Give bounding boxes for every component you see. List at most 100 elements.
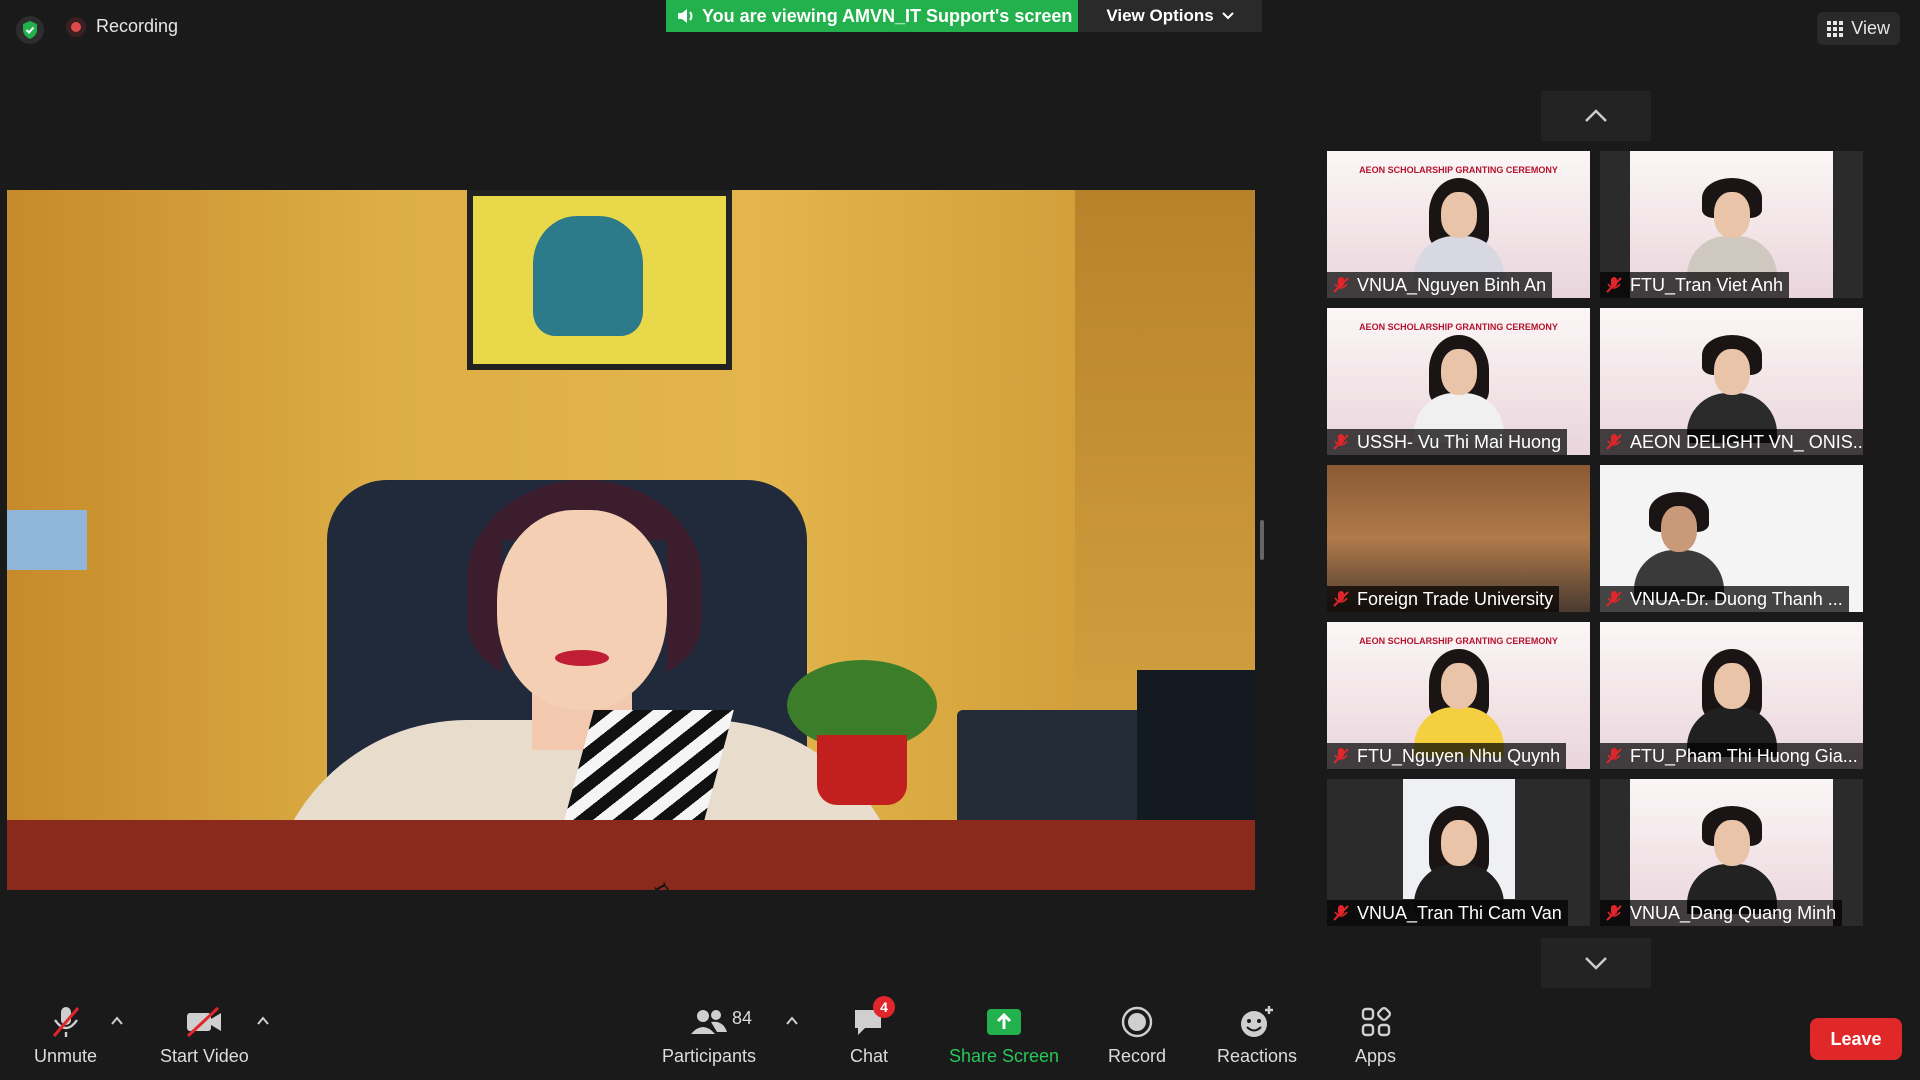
mic-muted-icon: [1333, 591, 1349, 607]
participant-tile[interactable]: AEON DELIGHT VN_ ONIS...: [1600, 308, 1863, 455]
viewing-banner: You are viewing AMVN_IT Support's screen: [666, 0, 1078, 32]
participants-icon: [691, 1010, 728, 1034]
speaker-icon: [678, 9, 693, 23]
participant-tile[interactable]: VNUA_Dang Quang Minh: [1600, 779, 1863, 926]
start-video-button[interactable]: Start Video: [160, 1004, 249, 1067]
participant-avatar: [1413, 806, 1504, 914]
presenter-face: [497, 510, 667, 710]
participant-tile[interactable]: FTU_Tran Viet Anh: [1600, 151, 1863, 298]
mic-muted-icon: [1606, 591, 1622, 607]
mic-muted-icon: [1333, 905, 1349, 921]
reactions-icon: [1241, 1006, 1274, 1037]
participant-tile[interactable]: AEON SCHOLARSHIP GRANTING CEREMONY FTU_N…: [1327, 622, 1590, 769]
participant-avatar: [1413, 178, 1504, 286]
gallery-page-up-button[interactable]: [1541, 91, 1651, 141]
participant-name: AEON DELIGHT VN_ ONIS...: [1630, 431, 1863, 452]
view-options-label: View Options: [1106, 6, 1214, 25]
mic-muted-icon: [1333, 277, 1349, 293]
participant-tile[interactable]: VNUA-Dr. Duong Thanh ...: [1600, 465, 1863, 612]
chat-label: Chat: [850, 1046, 889, 1066]
recording-dot-icon: [66, 16, 86, 37]
participant-avatar: [1686, 335, 1777, 443]
apps-label: Apps: [1355, 1046, 1397, 1066]
security-shield-icon[interactable]: [16, 16, 44, 44]
reactions-button[interactable]: Reactions: [1217, 1004, 1297, 1067]
viewing-banner-text: You are viewing AMVN_IT Support's screen: [702, 5, 1073, 26]
participant-tile[interactable]: VNUA_Tran Thi Cam Van: [1327, 779, 1590, 926]
red-plant-pot: [817, 735, 907, 805]
participant-name: FTU_Tran Viet Anh: [1630, 274, 1784, 295]
start-video-label: Start Video: [160, 1046, 249, 1066]
share-screen-icon: [987, 1009, 1022, 1035]
desk-photo: [7, 510, 87, 570]
tile-name-bar: VNUA_Tran Thi Cam Van: [1327, 900, 1568, 926]
participant-name: VNUA_Nguyen Binh An: [1357, 274, 1547, 295]
record-icon: [1121, 1006, 1153, 1038]
leave-button[interactable]: Leave: [1810, 1018, 1902, 1060]
mic-muted-icon: [1606, 434, 1622, 450]
participant-avatar: [1413, 335, 1504, 443]
view-button[interactable]: View: [1817, 12, 1900, 45]
top-bar: Recording You are viewing AMVN_IT Suppor…: [0, 0, 1920, 60]
gallery-page-down-button[interactable]: [1541, 938, 1651, 988]
participant-avatar: [1686, 649, 1777, 757]
participant-avatar: [1633, 492, 1724, 600]
participants-label: Participants: [662, 1046, 757, 1066]
chat-button[interactable]: 4 Chat: [850, 996, 896, 1067]
participants-options-caret-icon[interactable]: [785, 1014, 799, 1028]
participant-tile[interactable]: FTU_Pham Thi Huong Gia...: [1600, 622, 1863, 769]
recording-label: Recording: [96, 16, 179, 36]
participant-name: VNUA_Tran Thi Cam Van: [1357, 902, 1562, 923]
audio-options-caret-icon[interactable]: [110, 1014, 124, 1028]
apps-icon: [1361, 1006, 1391, 1037]
grid-icon: [1827, 20, 1844, 37]
chevron-up-icon: [1585, 109, 1607, 122]
tile-name-bar: USSH- Vu Thi Mai Huong: [1327, 429, 1568, 455]
participant-name: VNUA-Dr. Duong Thanh ...: [1630, 588, 1843, 609]
share-screen-label: Share Screen: [949, 1046, 1060, 1066]
video-off-icon: [187, 1006, 222, 1038]
chat-unread-badge: 4: [873, 996, 896, 1018]
desk: [7, 820, 1255, 890]
tile-name-bar: FTU_Nguyen Nhu Quynh: [1327, 743, 1567, 769]
tile-name-bar: FTU_Tran Viet Anh: [1600, 272, 1790, 298]
reactions-label: Reactions: [1217, 1046, 1298, 1066]
tile-name-bar: VNUA-Dr. Duong Thanh ...: [1600, 586, 1849, 612]
mic-muted-icon: [1606, 748, 1622, 764]
record-button[interactable]: Record: [1108, 1004, 1166, 1067]
poster-title: AEON SCHOLARSHIP GRANTING CEREMONY: [1359, 322, 1558, 332]
mic-muted-icon: [1333, 748, 1349, 764]
participant-tile[interactable]: AEON SCHOLARSHIP GRANTING CEREMONY VNUA_…: [1327, 151, 1590, 298]
view-label: View: [1851, 18, 1890, 38]
recording-indicator[interactable]: Recording: [66, 16, 178, 37]
tile-name-bar: AEON DELIGHT VN_ ONIS...: [1600, 429, 1863, 455]
share-screen-button[interactable]: Share Screen: [949, 1004, 1059, 1067]
participant-avatar: [1413, 649, 1504, 757]
participant-tile[interactable]: AEON SCHOLARSHIP GRANTING CEREMONY USSH-…: [1327, 308, 1590, 455]
tile-name-bar: Foreign Trade University: [1327, 586, 1560, 612]
chevron-down-icon: [1221, 12, 1234, 20]
poster-title: AEON SCHOLARSHIP GRANTING CEREMONY: [1359, 165, 1558, 175]
view-options-button[interactable]: View Options: [1078, 0, 1262, 32]
unmute-button[interactable]: Unmute: [34, 1004, 97, 1067]
apps-button[interactable]: Apps: [1355, 1004, 1396, 1067]
record-label: Record: [1108, 1046, 1167, 1066]
tile-name-bar: FTU_Pham Thi Huong Gia...: [1600, 743, 1863, 769]
unmute-label: Unmute: [34, 1046, 98, 1066]
mic-muted-icon: [52, 1007, 79, 1037]
poster-title: AEON SCHOLARSHIP GRANTING CEREMONY: [1359, 636, 1558, 646]
participant-tile[interactable]: Foreign Trade University: [1327, 465, 1590, 612]
participant-name: Foreign Trade University: [1357, 588, 1554, 609]
split-drag-handle[interactable]: [1260, 520, 1264, 560]
participants-button[interactable]: 84 Participants: [662, 1004, 756, 1067]
tile-name-bar: VNUA_Dang Quang Minh: [1600, 900, 1843, 926]
mic-muted-icon: [1333, 434, 1349, 450]
presenter-lips: [555, 650, 609, 666]
participant-name: VNUA_Dang Quang Minh: [1630, 902, 1837, 923]
participants-count: 84: [732, 1008, 753, 1028]
participant-avatar: [1686, 178, 1777, 286]
participant-name: FTU_Pham Thi Huong Gia...: [1630, 745, 1858, 766]
video-options-caret-icon[interactable]: [256, 1014, 270, 1028]
chevron-down-icon: [1585, 957, 1607, 970]
shared-screen-video[interactable]: magonn: [7, 190, 1255, 890]
